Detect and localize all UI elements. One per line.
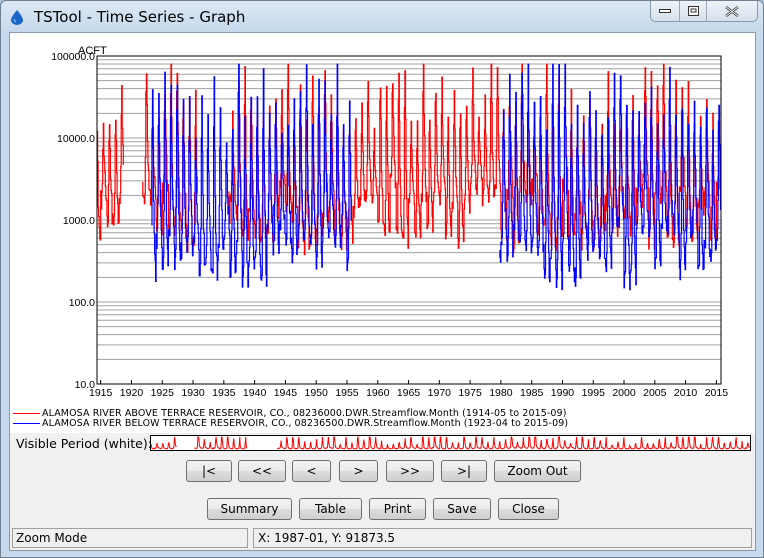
x-tick-label: 1990: [551, 387, 575, 399]
x-tick-label: 1915: [89, 387, 113, 399]
legend-swatch-blue: [13, 423, 40, 424]
window-title: TSTool - Time Series - Graph: [34, 8, 246, 26]
x-tick-label: 1950: [305, 387, 329, 399]
legend-label: ALAMOSA RIVER BELOW TERRACE RESERVOIR, C…: [42, 418, 569, 429]
x-tick-label: 1995: [582, 387, 606, 399]
x-tick-label: 1955: [335, 387, 359, 399]
minimize-button[interactable]: [651, 1, 680, 21]
y-tick-label: 1000.0: [63, 215, 95, 227]
x-tick-label: 1920: [120, 387, 144, 399]
window-client-area: 10.0 100.0 1000.0 10000.0 100000.0 1915 1920 1…: [9, 32, 756, 551]
x-tick-label: 2010: [674, 387, 698, 399]
legend-swatch-red: [13, 413, 40, 414]
back-button[interactable]: <: [292, 460, 331, 482]
close-icon: [725, 5, 739, 17]
x-tick-label: 1925: [151, 387, 175, 399]
x-tick-label: 2005: [643, 387, 667, 399]
window-controls: [650, 1, 758, 22]
title-bar[interactable]: TSTool - Time Series - Graph: [1, 1, 763, 33]
summary-button[interactable]: Summary: [207, 498, 292, 520]
x-tick-label: 1935: [212, 387, 236, 399]
save-button[interactable]: Save: [433, 498, 491, 520]
forward-button[interactable]: >: [339, 460, 378, 482]
x-tick-label: 1970: [428, 387, 452, 399]
time-series-chart[interactable]: 10.0100.01000.010000.0100000.0 1915 1920 1…: [10, 33, 755, 411]
water-drop-icon: [11, 10, 23, 25]
x-tick-label: 1940: [243, 387, 267, 399]
overview-chart: [150, 435, 750, 450]
overview-series-line: [150, 435, 750, 450]
y-tick-label: 10000.0: [57, 133, 95, 145]
minimize-icon: [658, 9, 671, 13]
visible-period-label: Visible Period (white):: [16, 436, 152, 451]
last-period-button[interactable]: >|: [441, 460, 487, 482]
legend: ALAMOSA RIVER ABOVE TERRACE RESERVOIR, C…: [10, 408, 755, 433]
y-axis: 10.0100.01000.010000.0100000.0: [51, 51, 95, 391]
x-tick-label: 1975: [458, 387, 482, 399]
page-back-button[interactable]: <<: [238, 460, 286, 482]
x-tick-label: 2000: [612, 387, 636, 399]
y-axis-label: ACFT: [78, 45, 107, 57]
maximize-button[interactable]: [680, 1, 708, 21]
maximize-icon: [687, 6, 699, 16]
print-button[interactable]: Print: [369, 498, 426, 520]
x-tick-label: 1965: [397, 387, 421, 399]
graph-window: TSTool - Time Series - Graph 10.0 100.0 10…: [0, 0, 764, 558]
x-tick-label: 1930: [181, 387, 205, 399]
table-button[interactable]: Table: [299, 498, 362, 520]
x-tick-label: 1960: [366, 387, 390, 399]
graph-canvas[interactable]: 10.0 100.0 1000.0 10000.0 100000.0 1915 1920 1…: [10, 33, 755, 431]
x-tick-label: 1980: [489, 387, 513, 399]
status-mode: Zoom Mode: [12, 528, 248, 548]
x-tick-label: 1945: [274, 387, 298, 399]
first-period-button[interactable]: |<: [186, 460, 232, 482]
x-axis: 1915 1920 1925 1930 1935 1940 1945 1950 1955 1960…: [89, 380, 728, 399]
close-button[interactable]: Close: [498, 498, 559, 520]
zoom-out-button[interactable]: Zoom Out: [494, 460, 581, 482]
x-tick-label: 2015: [705, 387, 729, 399]
page-forward-button[interactable]: >>: [386, 460, 434, 482]
legend-item-below-terrace: ALAMOSA RIVER BELOW TERRACE RESERVOIR, C…: [13, 418, 568, 429]
x-tick-label: 1985: [520, 387, 544, 399]
y-tick-label: 100.0: [69, 297, 95, 309]
status-coordinates: X: 1987-01, Y: 91873.5: [253, 528, 752, 548]
close-window-button[interactable]: [707, 1, 757, 21]
visible-period-overview[interactable]: [150, 435, 751, 451]
